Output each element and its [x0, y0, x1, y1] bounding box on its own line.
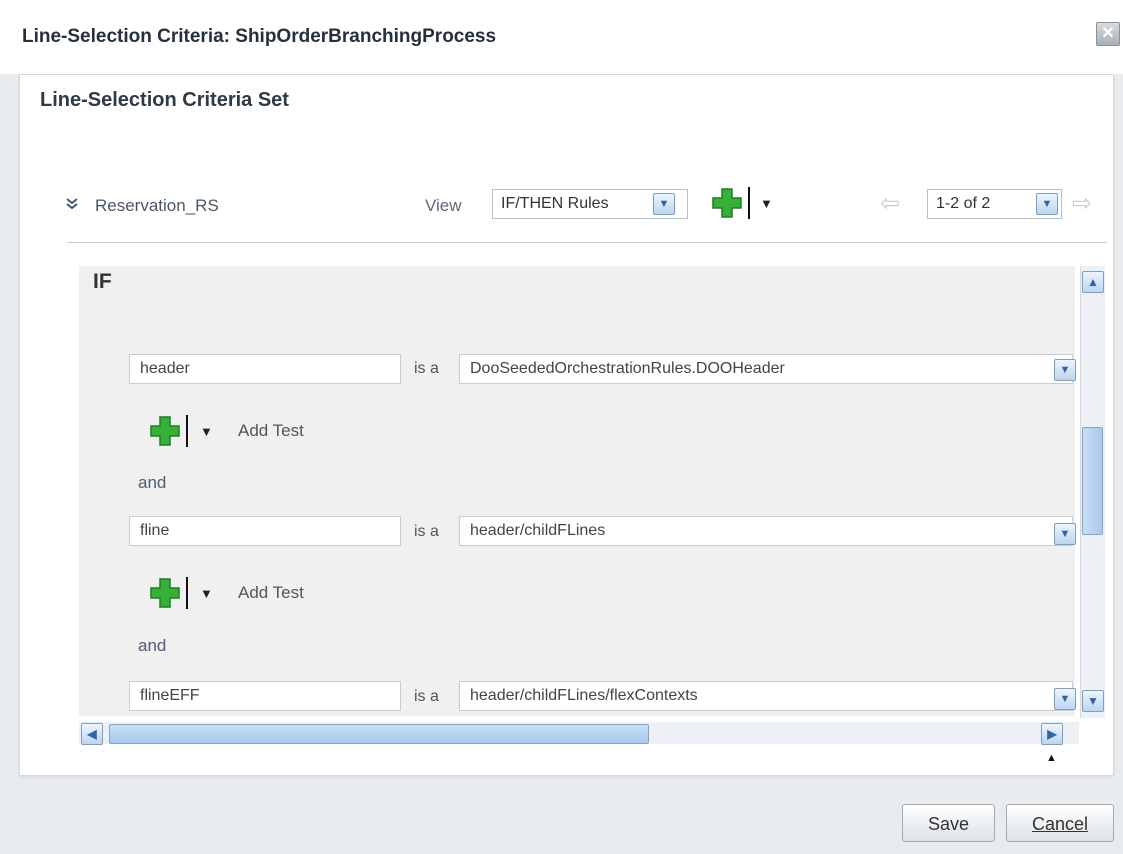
- line-selection-dialog: Line-Selection Criteria: ShipOrderBranch…: [0, 0, 1123, 854]
- toolbar-divider: [67, 242, 1107, 243]
- view-select-value: IF/THEN Rules: [501, 195, 609, 212]
- variable-value: fline: [140, 522, 170, 539]
- is-a-label: is a: [414, 688, 439, 705]
- view-select-chevron-icon[interactable]: ▼: [653, 193, 675, 215]
- add-test-link[interactable]: Add Test: [238, 421, 304, 441]
- scroll-left-icon[interactable]: ◀: [81, 723, 103, 745]
- add-test-dropdown-icon[interactable]: ▼: [200, 586, 213, 601]
- save-button[interactable]: Save: [902, 804, 995, 842]
- view-label: View: [425, 196, 462, 215]
- pagination-value: 1-2 of 2: [936, 195, 991, 212]
- type-select-chevron-icon[interactable]: ▼: [1054, 359, 1076, 381]
- variable-field-header[interactable]: header: [129, 354, 401, 384]
- add-test-plus-icon[interactable]: [148, 414, 182, 448]
- scroll-up-icon[interactable]: ▲: [1082, 271, 1104, 293]
- add-rule-plus-icon[interactable]: [710, 186, 744, 220]
- and-label: and: [138, 473, 167, 492]
- previous-page-arrow-icon[interactable]: ⇦: [880, 189, 900, 218]
- ruleset-name: Reservation_RS: [95, 196, 219, 215]
- add-test-dropdown-icon[interactable]: ▼: [200, 424, 213, 439]
- add-rule-dropdown-icon[interactable]: ▼: [760, 196, 773, 211]
- type-value: header/childFLines: [470, 522, 606, 539]
- and-label: and: [138, 636, 167, 655]
- vertical-scroll-thumb[interactable]: [1082, 427, 1103, 535]
- collapse-pane-icon[interactable]: ▲: [1046, 752, 1057, 764]
- collapse-icon[interactable]: [65, 197, 79, 214]
- pagination-chevron-icon[interactable]: ▼: [1036, 193, 1058, 215]
- variable-value: header: [140, 360, 190, 377]
- close-icon[interactable]: ✕: [1096, 22, 1120, 46]
- type-select-chevron-icon[interactable]: ▼: [1054, 523, 1076, 545]
- add-test-separator: [186, 577, 188, 609]
- scroll-down-icon[interactable]: ▼: [1082, 690, 1104, 712]
- variable-field-fline[interactable]: fline: [129, 516, 401, 546]
- type-select-header[interactable]: DooSeededOrchestrationRules.DOOHeader: [459, 354, 1073, 384]
- next-page-arrow-icon[interactable]: ⇨: [1072, 189, 1092, 218]
- scroll-right-icon[interactable]: ▶: [1041, 723, 1063, 745]
- type-value: DooSeededOrchestrationRules.DOOHeader: [470, 360, 785, 377]
- add-test-link[interactable]: Add Test: [238, 583, 304, 603]
- dialog-title: Line-Selection Criteria: ShipOrderBranch…: [22, 26, 497, 47]
- type-select-chevron-icon[interactable]: ▼: [1054, 688, 1076, 710]
- add-test-separator: [186, 415, 188, 447]
- variable-value: flineEFF: [140, 687, 200, 704]
- variable-field-flineeff[interactable]: flineEFF: [129, 681, 401, 711]
- type-select-fline[interactable]: header/childFLines: [459, 516, 1073, 546]
- cancel-button[interactable]: Cancel: [1006, 804, 1114, 842]
- if-label: IF: [93, 270, 112, 293]
- horizontal-scroll-thumb[interactable]: [109, 724, 649, 744]
- rule-content-area: [79, 266, 1075, 716]
- type-select-flineeff[interactable]: header/childFLines/flexContexts: [459, 681, 1073, 711]
- is-a-label: is a: [414, 360, 439, 377]
- add-rule-separator: [748, 187, 750, 219]
- panel-title: Line-Selection Criteria Set: [40, 89, 289, 111]
- is-a-label: is a: [414, 523, 439, 540]
- add-test-plus-icon[interactable]: [148, 576, 182, 610]
- dialog-titlebar: Line-Selection Criteria: ShipOrderBranch…: [0, 0, 1123, 74]
- type-value: header/childFLines/flexContexts: [470, 687, 698, 704]
